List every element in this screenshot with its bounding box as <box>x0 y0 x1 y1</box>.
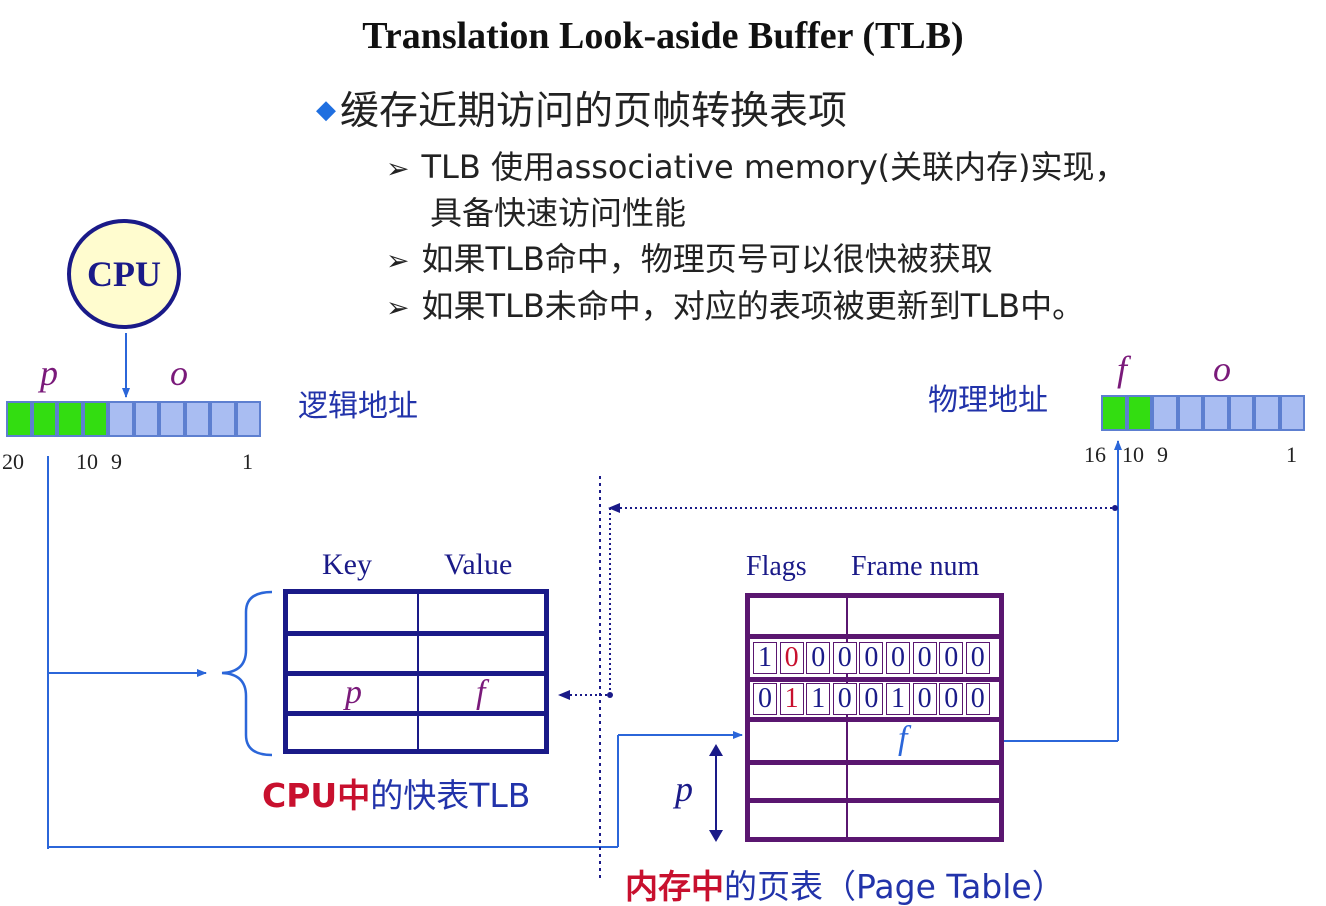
tlb-value-header: Value <box>444 548 513 581</box>
logical-address-bit-cell <box>184 401 210 437</box>
logical-o-label: o <box>170 353 188 393</box>
logical-address-bit-cell <box>31 401 57 437</box>
physical-address-bit-cell <box>1177 395 1203 431</box>
page-table-flags-header: Flags <box>746 551 807 582</box>
page-table-bit: 0 <box>912 683 937 715</box>
page-table-bit: 0 <box>965 683 990 715</box>
page-table-bit: 0 <box>912 642 937 674</box>
page-table-frame-header: Frame num <box>851 551 980 582</box>
page-table-caption: 内存中的页表（Page Table） <box>625 860 1065 906</box>
physical-address-bit-cell <box>1228 395 1254 431</box>
page-table-bit: 1 <box>806 683 831 715</box>
tlb-caption-text: 的快表TLB <box>370 776 531 815</box>
slide: Translation Look-aside Buffer (TLB) ◆ 缓存近… <box>0 0 1326 906</box>
logical-address-bit-cell <box>133 401 159 437</box>
logical-address-bit-cell <box>57 401 83 437</box>
logical-tick-1: 1 <box>242 449 253 474</box>
page-table-bit: 1 <box>753 642 777 674</box>
logical-p-label: p <box>40 353 58 393</box>
tlb-key-header: Key <box>322 548 372 581</box>
physical-f-label: f <box>1117 349 1128 389</box>
logical-tick-20: 20 <box>2 449 24 474</box>
physical-tick-16: 16 <box>1084 442 1106 467</box>
logical-address-bit-cell <box>235 401 261 437</box>
logical-address-register <box>6 401 261 437</box>
page-table-bit: 1 <box>886 683 910 715</box>
page-table-bit: 1 <box>779 683 804 715</box>
page-table-bit: 0 <box>859 683 884 715</box>
page-table-caption-highlight: 内存中 <box>625 867 724 906</box>
page-table-bit: 0 <box>779 642 804 674</box>
logical-address-bit-cell <box>159 401 185 437</box>
logical-address-bit-cell <box>82 401 108 437</box>
physical-address-bit-cell <box>1152 395 1178 431</box>
logical-address-bit-cell <box>6 401 32 437</box>
page-table-f-entry: f <box>898 720 908 757</box>
page-table-bit: 0 <box>806 642 831 674</box>
logical-address-bit-cell <box>210 401 236 437</box>
physical-address-bit-cell <box>1101 395 1127 431</box>
physical-tick-1: 1 <box>1286 442 1297 467</box>
page-table-bit: 0 <box>886 642 910 674</box>
tlb-caption-highlight: CPU中 <box>262 776 371 815</box>
page-table-bit: 0 <box>965 642 990 674</box>
page-table-bit: 0 <box>859 642 884 674</box>
page-table-bit: 0 <box>832 683 857 715</box>
physical-address-bit-cell <box>1203 395 1229 431</box>
page-table-p-offset: p <box>675 769 693 809</box>
physical-address-bit-cell <box>1254 395 1280 431</box>
physical-address-bit-cell <box>1279 395 1305 431</box>
physical-address-label: 物理地址 <box>928 383 1048 418</box>
page-table-bit: 0 <box>753 683 777 715</box>
page-table-bit: 0 <box>832 642 857 674</box>
logical-address-bit-cell <box>108 401 134 437</box>
page-table <box>745 593 1004 842</box>
logical-tick-10: 10 <box>76 449 98 474</box>
page-table-bit: 0 <box>939 642 964 674</box>
physical-tick-10: 10 <box>1122 442 1144 467</box>
logical-tick-9: 9 <box>111 449 122 474</box>
physical-address-register <box>1101 395 1305 431</box>
tlb-p-entry: p <box>345 674 362 711</box>
page-table-bit: 0 <box>939 683 964 715</box>
tlb-f-entry: f <box>476 674 486 711</box>
tlb-table <box>283 589 549 754</box>
physical-o-label: o <box>1213 349 1231 389</box>
logical-address-label: 逻辑地址 <box>298 389 418 424</box>
physical-address-bit-cell <box>1126 395 1152 431</box>
page-table-caption-text: 的页表（Page Table） <box>724 867 1065 906</box>
physical-tick-9: 9 <box>1157 442 1168 467</box>
tlb-caption: CPU中的快表TLB <box>262 769 530 817</box>
